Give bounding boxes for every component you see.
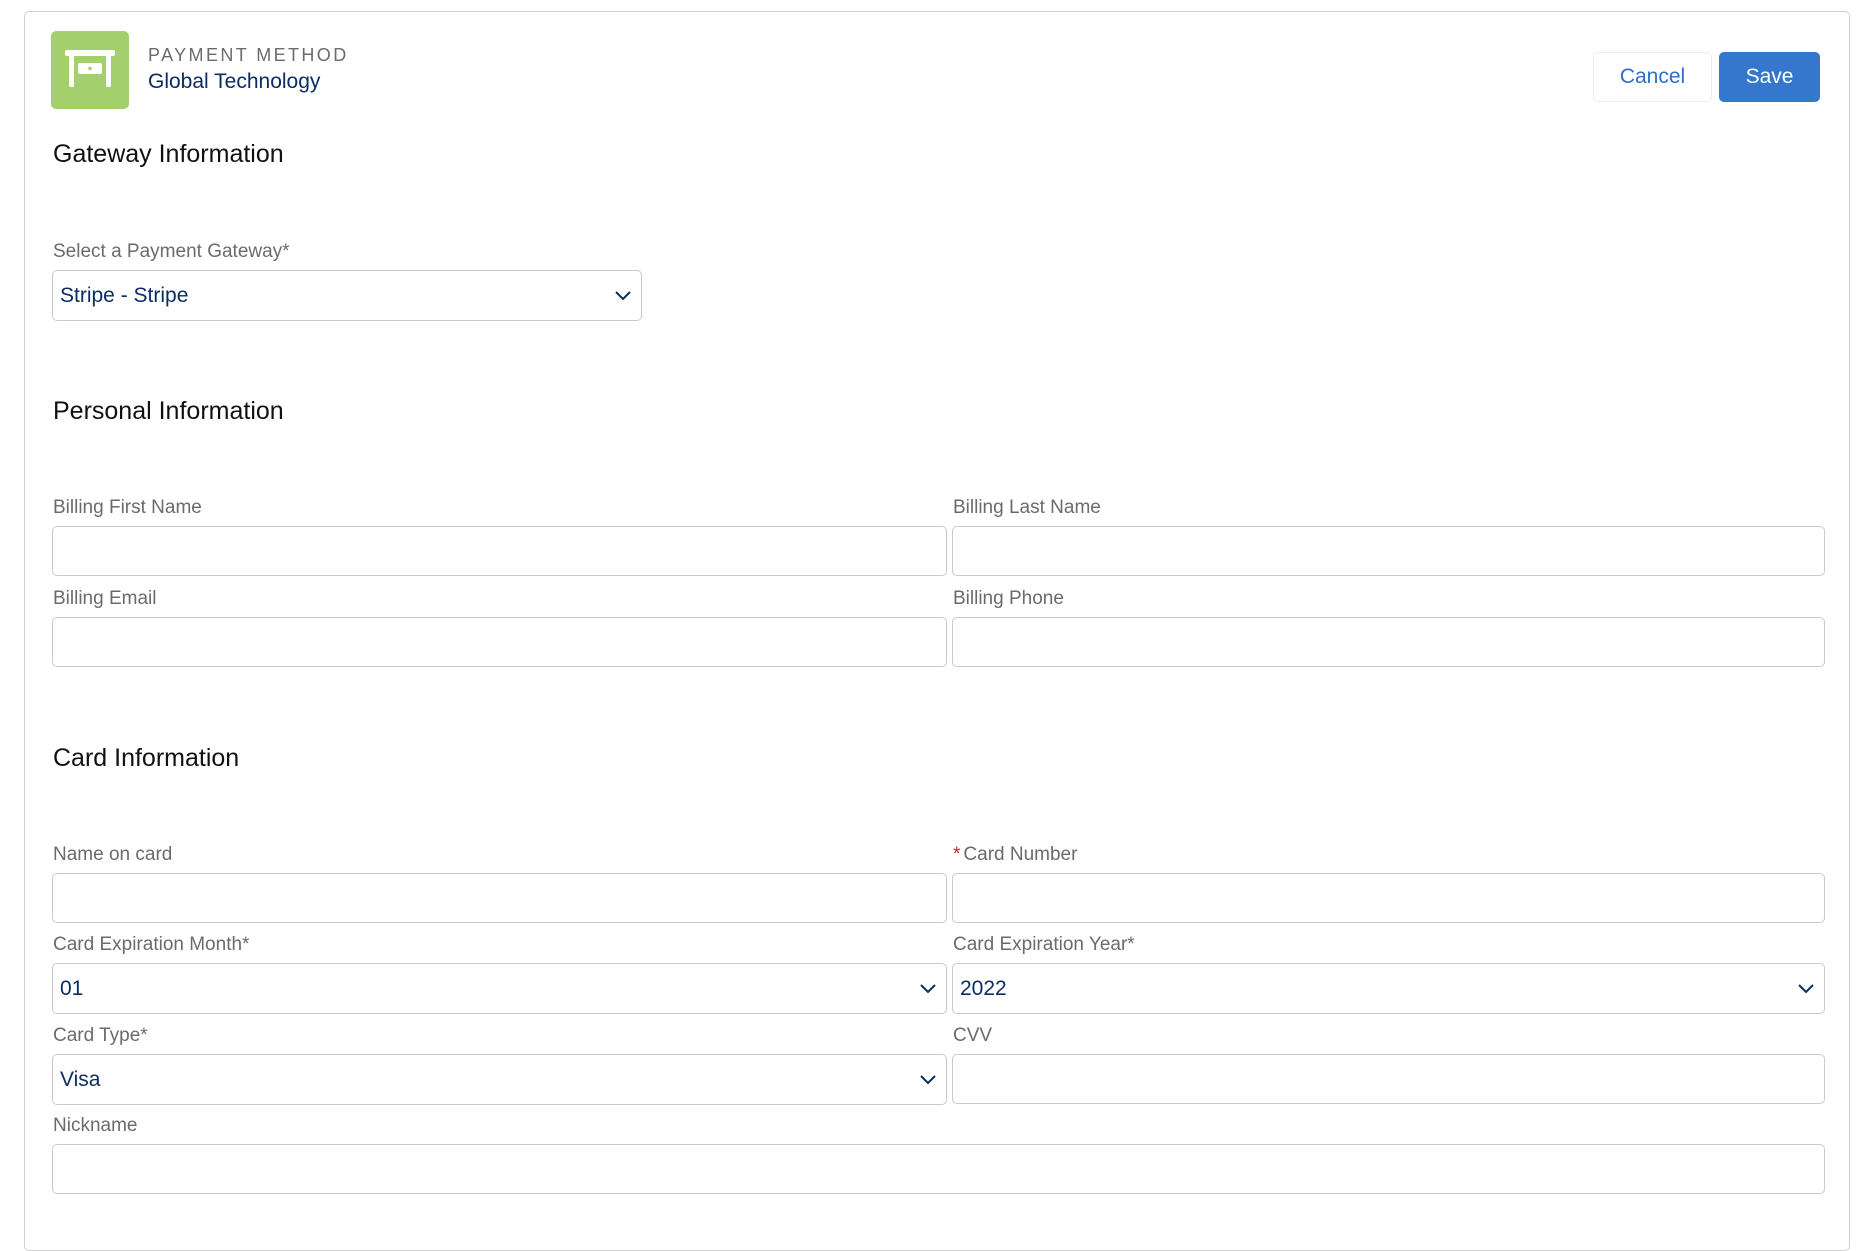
card-type-select[interactable]: Visa: [52, 1054, 947, 1105]
cvv-input[interactable]: [952, 1054, 1825, 1104]
chevron-down-icon: [615, 291, 631, 301]
save-button[interactable]: Save: [1719, 52, 1820, 102]
payment-method-form-card: Payment Method Global Technology Cancel …: [24, 11, 1850, 1251]
name-on-card-input[interactable]: [52, 873, 947, 923]
section-title-card: Card Information: [53, 744, 240, 772]
cvv-label: CVV: [953, 1025, 993, 1046]
chevron-down-icon: [920, 984, 936, 994]
section-title-personal: Personal Information: [53, 397, 284, 425]
nickname-input[interactable]: [52, 1144, 1825, 1194]
billing-last-name-input[interactable]: [952, 526, 1825, 576]
card-expiration-year-label: Card Expiration Year*: [953, 934, 1135, 955]
card-expiration-year-select[interactable]: 2022: [952, 963, 1825, 1014]
card-number-label-text: Card Number: [963, 844, 1078, 865]
chevron-down-icon: [920, 1075, 936, 1085]
card-type-label: Card Type*: [53, 1025, 148, 1046]
name-on-card-label: Name on card: [53, 844, 173, 865]
billing-email-label: Billing Email: [53, 588, 157, 609]
table-drawer-icon: [51, 31, 129, 109]
payment-gateway-select[interactable]: Stripe - Stripe: [52, 270, 642, 321]
card-expiration-month-select[interactable]: 01: [52, 963, 947, 1014]
billing-first-name-label: Billing First Name: [53, 497, 202, 518]
billing-last-name-label: Billing Last Name: [953, 497, 1101, 518]
billing-first-name-input[interactable]: [52, 526, 947, 576]
required-marker: *: [953, 844, 961, 865]
payment-gateway-value: Stripe - Stripe: [60, 284, 189, 307]
card-type-value: Visa: [60, 1068, 101, 1091]
card-expiration-year-value: 2022: [960, 977, 1007, 1000]
payment-gateway-label: Select a Payment Gateway*: [53, 241, 290, 262]
billing-phone-input[interactable]: [952, 617, 1825, 667]
card-expiration-month-value: 01: [60, 977, 84, 1000]
billing-email-input[interactable]: [52, 617, 947, 667]
card-number-input[interactable]: [952, 873, 1825, 923]
cancel-button[interactable]: Cancel: [1593, 52, 1712, 102]
nickname-label: Nickname: [53, 1115, 138, 1136]
record-name: Global Technology: [148, 70, 321, 93]
chevron-down-icon: [1798, 984, 1814, 994]
billing-phone-label: Billing Phone: [953, 588, 1064, 609]
card-expiration-month-label: Card Expiration Month*: [53, 934, 250, 955]
card-number-label: * Card Number: [953, 844, 1077, 866]
object-type-label: Payment Method: [148, 45, 349, 65]
section-title-gateway: Gateway Information: [53, 140, 284, 168]
